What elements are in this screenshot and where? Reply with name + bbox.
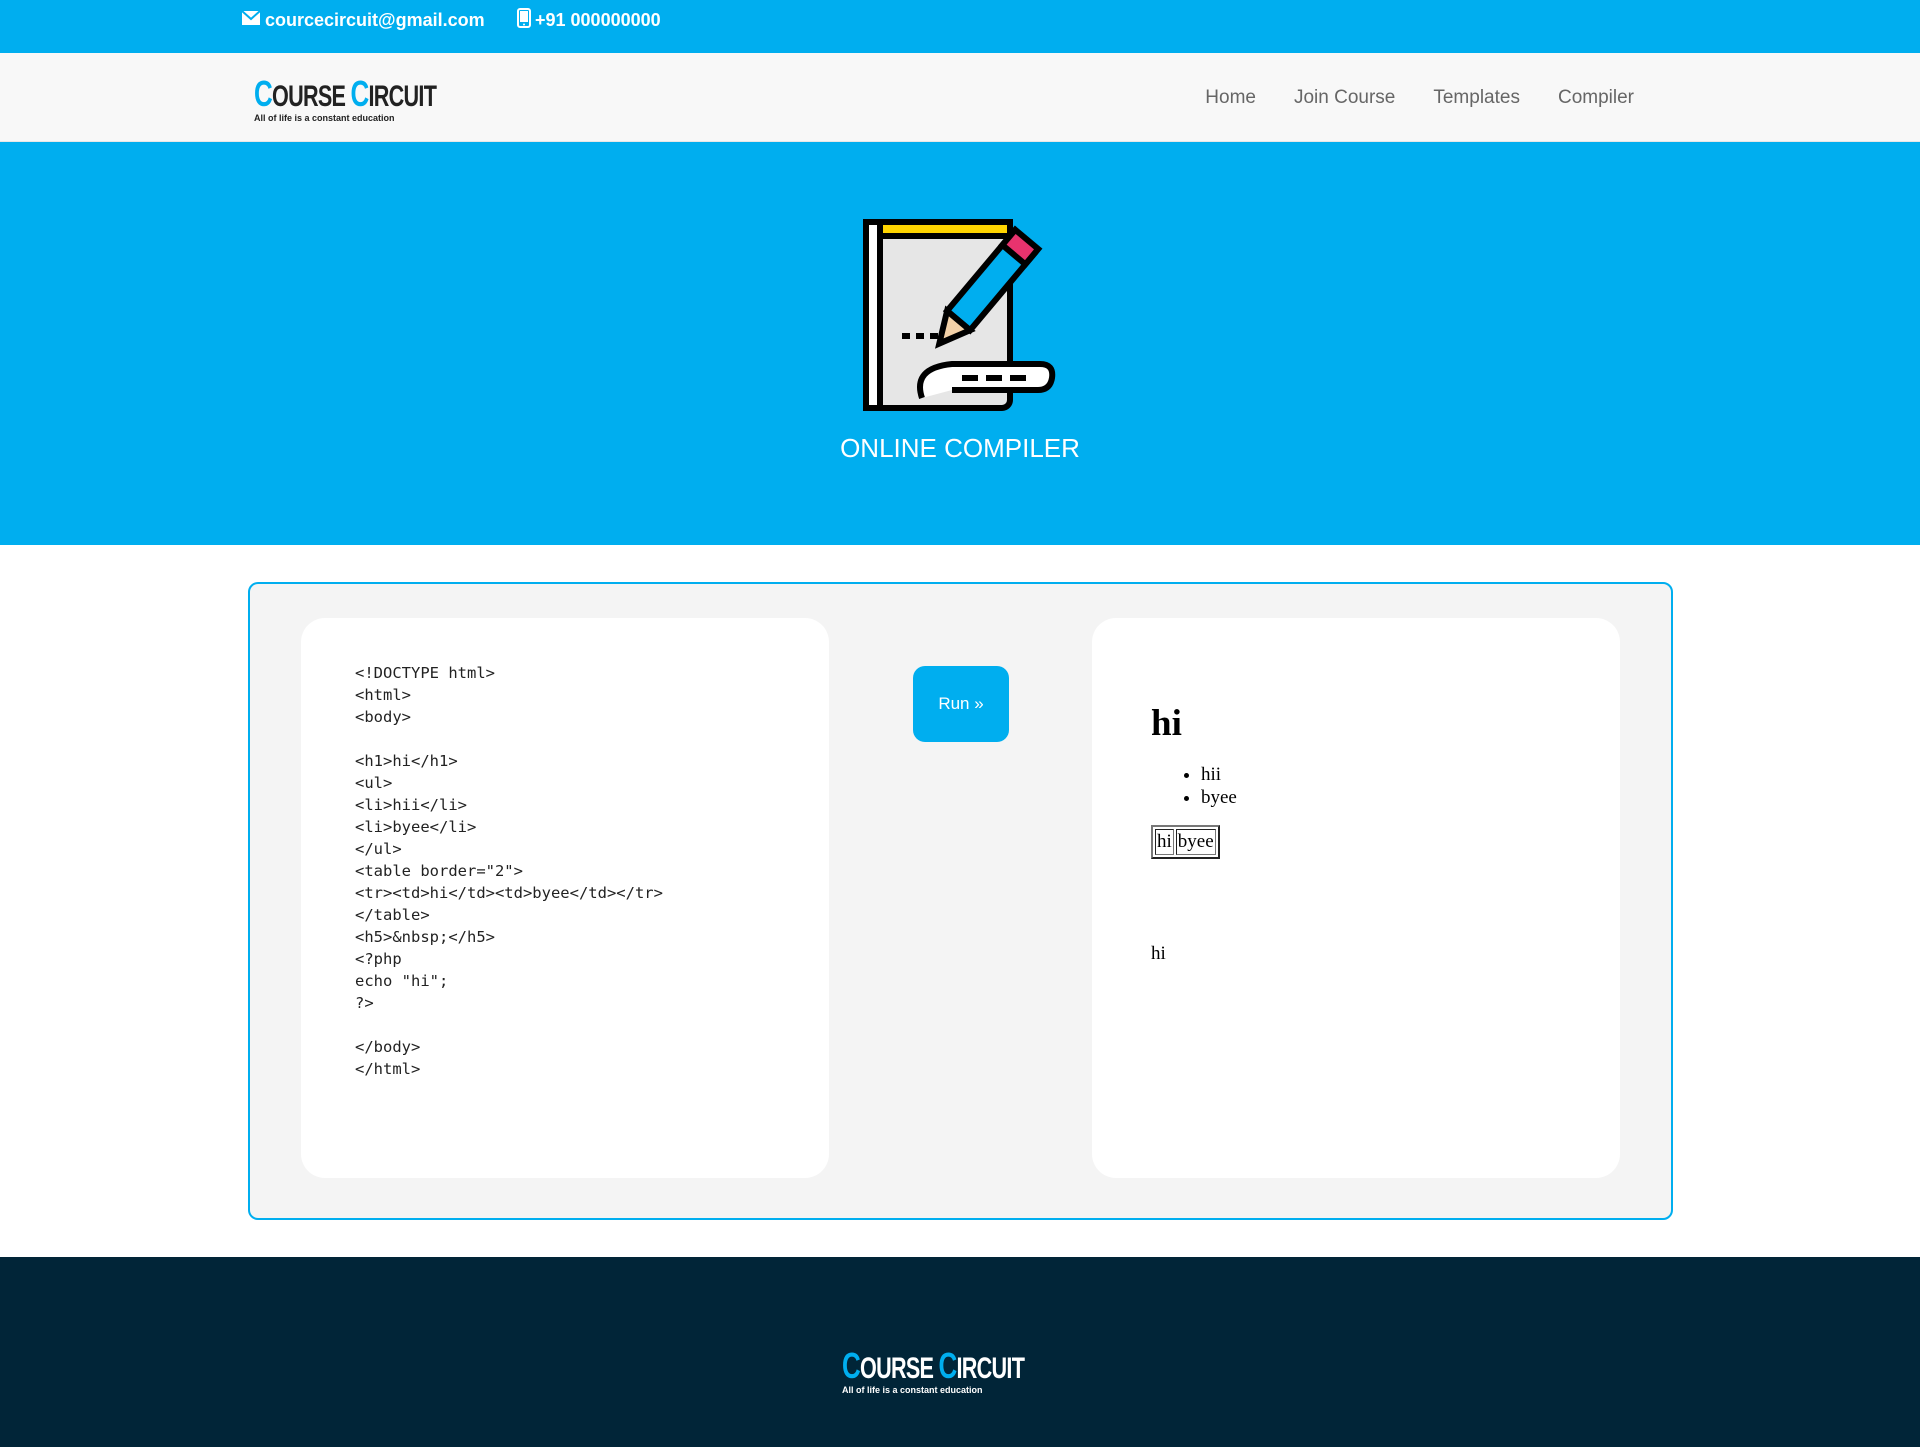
notepad-pencil-icon [863,219,1056,411]
output-preview: hi hii byee hi byee hi [1092,618,1620,1178]
contact-phone-text: +91 000000000 [535,9,661,30]
brand-title: COURSE CIRCUIT [254,72,437,114]
brand-tagline: All of life is a constant education [254,112,395,123]
main-navbar: COURSE CIRCUIT All of life is a constant… [0,53,1920,142]
table-cell: byee [1175,829,1216,855]
list-item: hii [1201,763,1561,786]
output-empty-h5 [1151,859,1561,911]
contact-phone[interactable]: +91 000000000 [517,0,661,40]
contact-email-text: courcecircuit@gmail.com [265,9,485,30]
hero-banner: ONLINE COMPILER [0,142,1920,545]
mobile-phone-icon [517,7,531,33]
envelope-icon [241,9,261,31]
output-echo-text: hi [1151,943,1166,964]
footer-brand-tagline: All of life is a constant education [842,1384,983,1395]
nav-item-compiler[interactable]: Compiler [1558,87,1634,109]
top-contact-bar: courcecircuit@gmail.com +91 000000000 [0,0,1920,53]
table-cell: hi [1155,829,1174,855]
page-title: ONLINE COMPILER [840,433,1080,463]
footer-brand-title: COURSE CIRCUIT [842,1344,1025,1386]
output-table: hi byee [1151,825,1220,859]
nav-item-templates[interactable]: Templates [1433,87,1520,109]
output-heading: hi [1151,703,1182,744]
brand-logo[interactable]: COURSE CIRCUIT All of life is a constant… [246,69,502,129]
nav-item-join-course[interactable]: Join Course [1294,87,1395,109]
table-row: hi byee [1155,829,1216,855]
contact-email[interactable]: courcecircuit@gmail.com [241,0,485,40]
output-list: hii byee [1201,763,1561,809]
code-editor-content[interactable]: <!DOCTYPE html> <html> <body> <h1>hi</h1… [355,662,775,1080]
compiler-panel: <!DOCTYPE html> <html> <body> <h1>hi</h1… [248,582,1673,1220]
nav-menu: Home Join Course Templates Compiler [1205,53,1634,142]
footer: COURSE CIRCUIT All of life is a constant… [0,1257,1920,1447]
nav-item-home[interactable]: Home [1205,87,1256,109]
run-button[interactable]: Run » [913,666,1009,742]
list-item: byee [1201,786,1561,809]
footer-brand-logo[interactable]: COURSE CIRCUIT All of life is a constant… [834,1341,1090,1401]
code-editor[interactable]: <!DOCTYPE html> <html> <body> <h1>hi</h1… [301,618,829,1178]
